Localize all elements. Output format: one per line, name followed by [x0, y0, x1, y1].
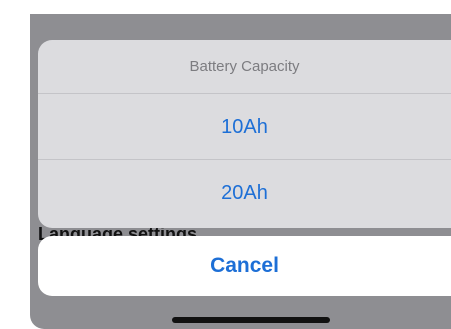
option-10ah-button[interactable]: 10Ah — [38, 94, 451, 160]
action-sheet-title: Battery Capacity — [38, 40, 451, 94]
screen: Language settings Battery Capacity 10Ah … — [0, 0, 451, 329]
home-indicator[interactable] — [172, 317, 330, 323]
battery-capacity-action-sheet: Battery Capacity 10Ah 20Ah — [38, 40, 451, 228]
cancel-button[interactable]: Cancel — [38, 236, 451, 296]
option-20ah-button[interactable]: 20Ah — [38, 160, 451, 226]
